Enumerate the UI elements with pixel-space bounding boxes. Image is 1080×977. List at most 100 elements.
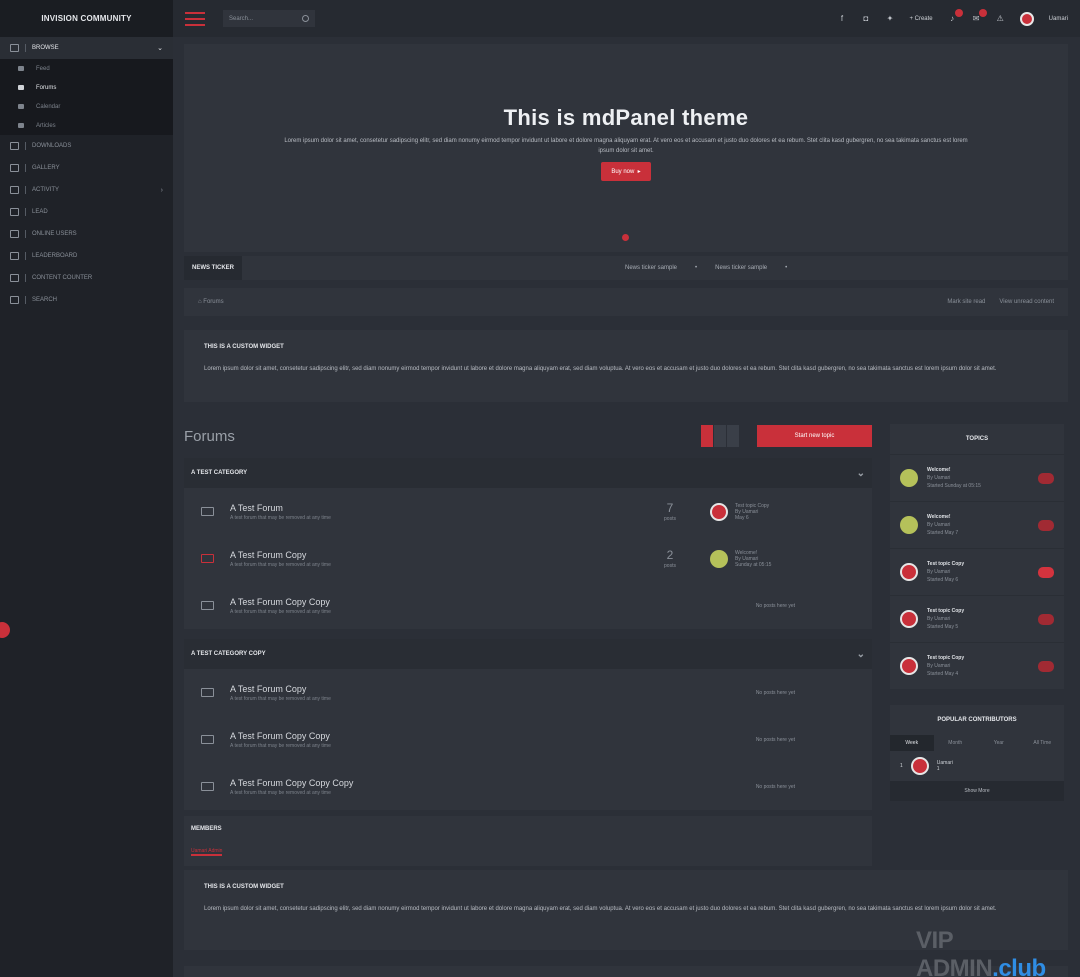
instagram-icon[interactable]: ◘ xyxy=(861,14,870,23)
tab-month[interactable]: Month xyxy=(934,735,978,751)
view-fluid-button[interactable] xyxy=(727,425,739,447)
view-grid-button[interactable] xyxy=(714,425,726,447)
sidebar-toggle-button[interactable] xyxy=(0,622,10,638)
feed-icon xyxy=(18,66,24,71)
forum-desc: A test forum that may be removed at any … xyxy=(230,608,331,615)
last-post[interactable]: Welcome! By Uamari Sunday at 05:15 xyxy=(710,549,771,568)
chevron-down-icon[interactable]: ⌄ xyxy=(857,649,865,660)
forum-icon xyxy=(201,688,214,697)
nav-leaderboard[interactable]: LEADERBOARD xyxy=(0,245,173,267)
search-icon[interactable] xyxy=(302,15,309,22)
no-posts-text: No posts here yet xyxy=(755,783,795,790)
sub-item-articles[interactable]: Articles xyxy=(0,116,173,135)
view-table-button[interactable] xyxy=(701,425,713,447)
topic-item[interactable]: Welcome! By Uamari Started Sunday at 05:15 xyxy=(890,454,1064,501)
forum-row[interactable]: A Test Forum Copy Copy Copy A test forum … xyxy=(184,763,872,810)
topic-item[interactable]: Welcome! By Uamari Started May 7 xyxy=(890,501,1064,548)
forum-row[interactable]: A Test Forum Copy A test forum that may b… xyxy=(184,535,872,582)
forum-row[interactable]: A Test Forum Copy Copy A test forum that … xyxy=(184,716,872,763)
nav-online-users[interactable]: ONLINE USERS xyxy=(0,223,173,245)
widget-text: Lorem ipsum dolor sit amet, consetetur s… xyxy=(204,366,997,372)
member-group-link[interactable]: Uamari xyxy=(191,848,208,856)
topics-title: TOPICS xyxy=(965,436,989,442)
forum-name[interactable]: A Test Forum Copy xyxy=(230,550,650,560)
forum-row[interactable]: A Test Forum A test forum that may be rem… xyxy=(184,488,872,535)
popular-contributors-widget: POPULAR CONTRIBUTORS Week Month Year All… xyxy=(890,705,1064,801)
forum-desc: A test forum that may be removed at any … xyxy=(230,742,331,749)
period-tabs: Week Month Year All Time xyxy=(890,735,1064,751)
forum-name[interactable]: A Test Forum xyxy=(230,503,650,513)
notifications-icon[interactable]: ♪ xyxy=(948,9,963,23)
news-ticker: NEWS TICKER News ticker sample • News tic… xyxy=(184,256,1068,280)
twitter-icon[interactable]: ✦ xyxy=(885,14,894,23)
last-post[interactable]: Test topic Copy By Uamari May 6 xyxy=(710,502,769,521)
user-avatar[interactable] xyxy=(1019,11,1034,26)
chevron-down-icon[interactable]: ⌄ xyxy=(857,468,865,479)
forum-name[interactable]: A Test Forum Copy xyxy=(230,684,650,694)
unread-content-link[interactable]: View unread content xyxy=(999,299,1054,305)
no-posts-text: No posts here yet xyxy=(755,602,795,609)
nav-activity[interactable]: ACTIVITY › xyxy=(0,179,173,201)
forum-row[interactable]: A Test Forum Copy A test forum that may b… xyxy=(184,669,872,716)
avatar xyxy=(710,549,728,568)
nav-browse[interactable]: BROWSE ⌄ xyxy=(0,37,173,59)
reply-count-badge xyxy=(1038,613,1054,625)
messages-icon[interactable]: ✉ xyxy=(972,9,987,23)
topic-item[interactable]: Test topic Copy By Uamari Started May 6 xyxy=(890,548,1064,595)
forum-icon xyxy=(201,735,214,744)
members-box: MEMBERS Uamari Admin xyxy=(184,816,872,866)
show-more-button[interactable]: Show More xyxy=(890,781,1064,801)
hero-text: Lorem ipsum dolor sit amet, consetetur s… xyxy=(284,138,968,154)
top-header: Search... f ◘ ✦ + Create ♪ ✉ ⚠ Uamari xyxy=(173,0,1080,37)
post-count: 2 posts xyxy=(664,548,676,569)
brand-logo[interactable]: INVISION COMMUNITY xyxy=(0,0,173,37)
ticker-item[interactable]: News ticker sample xyxy=(715,265,767,271)
forum-row[interactable]: A Test Forum Copy Copy A test forum that … xyxy=(184,582,872,629)
tab-all-time[interactable]: All Time xyxy=(1021,735,1065,751)
topic-item[interactable]: Test topic Copy By Uamari Started May 5 xyxy=(890,595,1064,642)
slider-dot[interactable] xyxy=(622,234,629,241)
user-menu-button[interactable]: Uamari xyxy=(1049,16,1068,22)
nav-search[interactable]: SEARCH xyxy=(0,289,173,311)
nav-content-counter[interactable]: CONTENT COUNTER xyxy=(0,267,173,289)
no-posts-text: No posts here yet xyxy=(755,736,795,743)
hero-banner: This is mdPanel theme Lorem ipsum dolor … xyxy=(184,44,1068,252)
nav-downloads[interactable]: DOWNLOADS xyxy=(0,135,173,157)
topic-item[interactable]: Test topic Copy By Uamari Started May 4 xyxy=(890,642,1064,689)
ticker-item[interactable]: News ticker sample xyxy=(625,265,677,271)
custom-widget: THIS IS A CUSTOM WIDGET Lorem ipsum dolo… xyxy=(184,330,1068,402)
forum-desc: A test forum that may be removed at any … xyxy=(230,561,331,568)
articles-icon xyxy=(18,123,24,128)
category-header[interactable]: A TEST CATEGORY ⌄ xyxy=(184,458,872,488)
avatar xyxy=(900,563,918,581)
nav-gallery[interactable]: GALLERY xyxy=(0,157,173,179)
forum-name[interactable]: A Test Forum Copy Copy xyxy=(230,731,650,741)
chart-icon xyxy=(10,186,19,194)
sidebar: INVISION COMMUNITY BROWSE ⌄ Feed Forums … xyxy=(0,0,173,977)
forum-name[interactable]: A Test Forum Copy Copy xyxy=(230,597,650,607)
hamburger-menu-icon[interactable] xyxy=(185,11,205,26)
avatar xyxy=(910,757,929,775)
forum-name[interactable]: A Test Forum Copy Copy Copy xyxy=(230,778,650,788)
sub-item-calendar[interactable]: Calendar xyxy=(0,97,173,116)
warning-icon[interactable]: ⚠ xyxy=(996,14,1005,23)
mark-site-read-link[interactable]: Mark site read xyxy=(947,299,985,305)
trophy-icon xyxy=(10,208,19,216)
breadcrumb-home[interactable]: ⌂ Forums xyxy=(198,299,224,305)
list-icon xyxy=(10,252,19,260)
start-new-topic-button[interactable]: Start new topic xyxy=(757,425,872,447)
sub-item-feed[interactable]: Feed xyxy=(0,59,173,78)
facebook-icon[interactable]: f xyxy=(837,14,846,23)
nav-lead[interactable]: LEAD xyxy=(0,201,173,223)
search-input[interactable]: Search... xyxy=(223,10,315,27)
download-icon xyxy=(10,142,19,150)
tab-year[interactable]: Year xyxy=(977,735,1021,751)
buy-now-button[interactable]: Buy now ▸ xyxy=(601,162,651,181)
tab-week[interactable]: Week xyxy=(890,735,934,751)
create-menu-button[interactable]: + Create xyxy=(909,16,932,22)
forum-header: Forums Start new topic xyxy=(184,424,872,448)
sub-item-forums[interactable]: Forums xyxy=(0,78,173,97)
category-header[interactable]: A TEST CATEGORY COPY ⌄ xyxy=(184,639,872,669)
monitor-icon xyxy=(10,44,19,52)
contributor-row[interactable]: 1 Uamari 1 xyxy=(890,751,1064,781)
